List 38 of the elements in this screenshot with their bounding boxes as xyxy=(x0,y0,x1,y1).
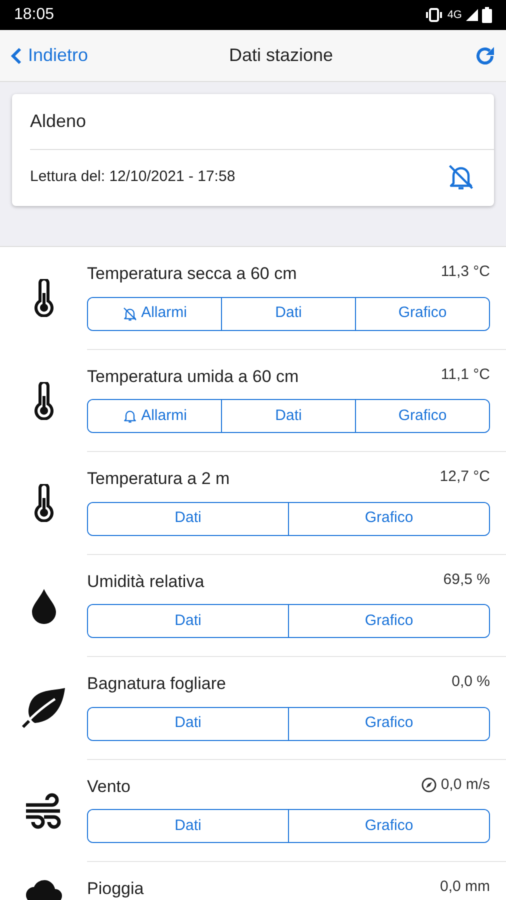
wind-icon xyxy=(24,792,64,829)
page-title: Dati stazione xyxy=(228,44,334,67)
sensor-name: Temperatura umida a 60 cm xyxy=(87,366,299,388)
sensor-value: 11,1 °C xyxy=(440,364,490,384)
chart-button[interactable]: Grafico xyxy=(288,502,489,534)
thermometer-icon xyxy=(32,279,54,318)
chart-button[interactable]: Grafico xyxy=(355,400,489,432)
sensor-value: 0,0 mm xyxy=(440,877,490,897)
leaf-icon xyxy=(20,687,66,730)
cloud-icon xyxy=(24,877,64,900)
sensor-value: 0,0 % xyxy=(452,672,490,692)
sensor-name: Temperatura secca a 60 cm xyxy=(87,263,297,285)
chevron-left-icon xyxy=(10,46,22,64)
sensor-name: Pioggia xyxy=(87,878,144,900)
sensor-name: Umidità relativa xyxy=(87,570,204,592)
sensor-name: Vento xyxy=(87,776,130,798)
station-name: Aldeno xyxy=(29,110,88,133)
chart-button[interactable]: Grafico xyxy=(288,605,489,637)
vibrate-icon xyxy=(425,8,444,22)
thermometer-icon xyxy=(32,382,54,420)
sensor-value: 0,0 m/s xyxy=(440,774,490,794)
sensor-value: 69,5 % xyxy=(443,570,490,590)
sensor-value: 11,3 °C xyxy=(440,262,490,282)
battery-icon xyxy=(482,7,492,23)
sensor-name: Temperatura a 2 m xyxy=(87,468,230,490)
signal-icon xyxy=(466,9,478,21)
sensor-value: 12,7 °C xyxy=(440,467,490,487)
chart-button[interactable]: Grafico xyxy=(355,298,489,330)
reading-time: Lettura del: 12/10/2021 - 17:58 xyxy=(30,166,236,187)
chart-button[interactable]: Grafico xyxy=(288,810,489,842)
sensor-name: Bagnatura fogliare xyxy=(87,673,226,695)
status-time: 18:05 xyxy=(14,5,54,25)
back-button[interactable]: Indietro xyxy=(10,42,88,69)
drop-icon xyxy=(30,588,58,624)
thermometer-icon xyxy=(32,484,54,522)
refresh-icon[interactable] xyxy=(474,44,496,66)
chart-button[interactable]: Grafico xyxy=(288,708,489,740)
network-label: 4G xyxy=(447,8,462,23)
